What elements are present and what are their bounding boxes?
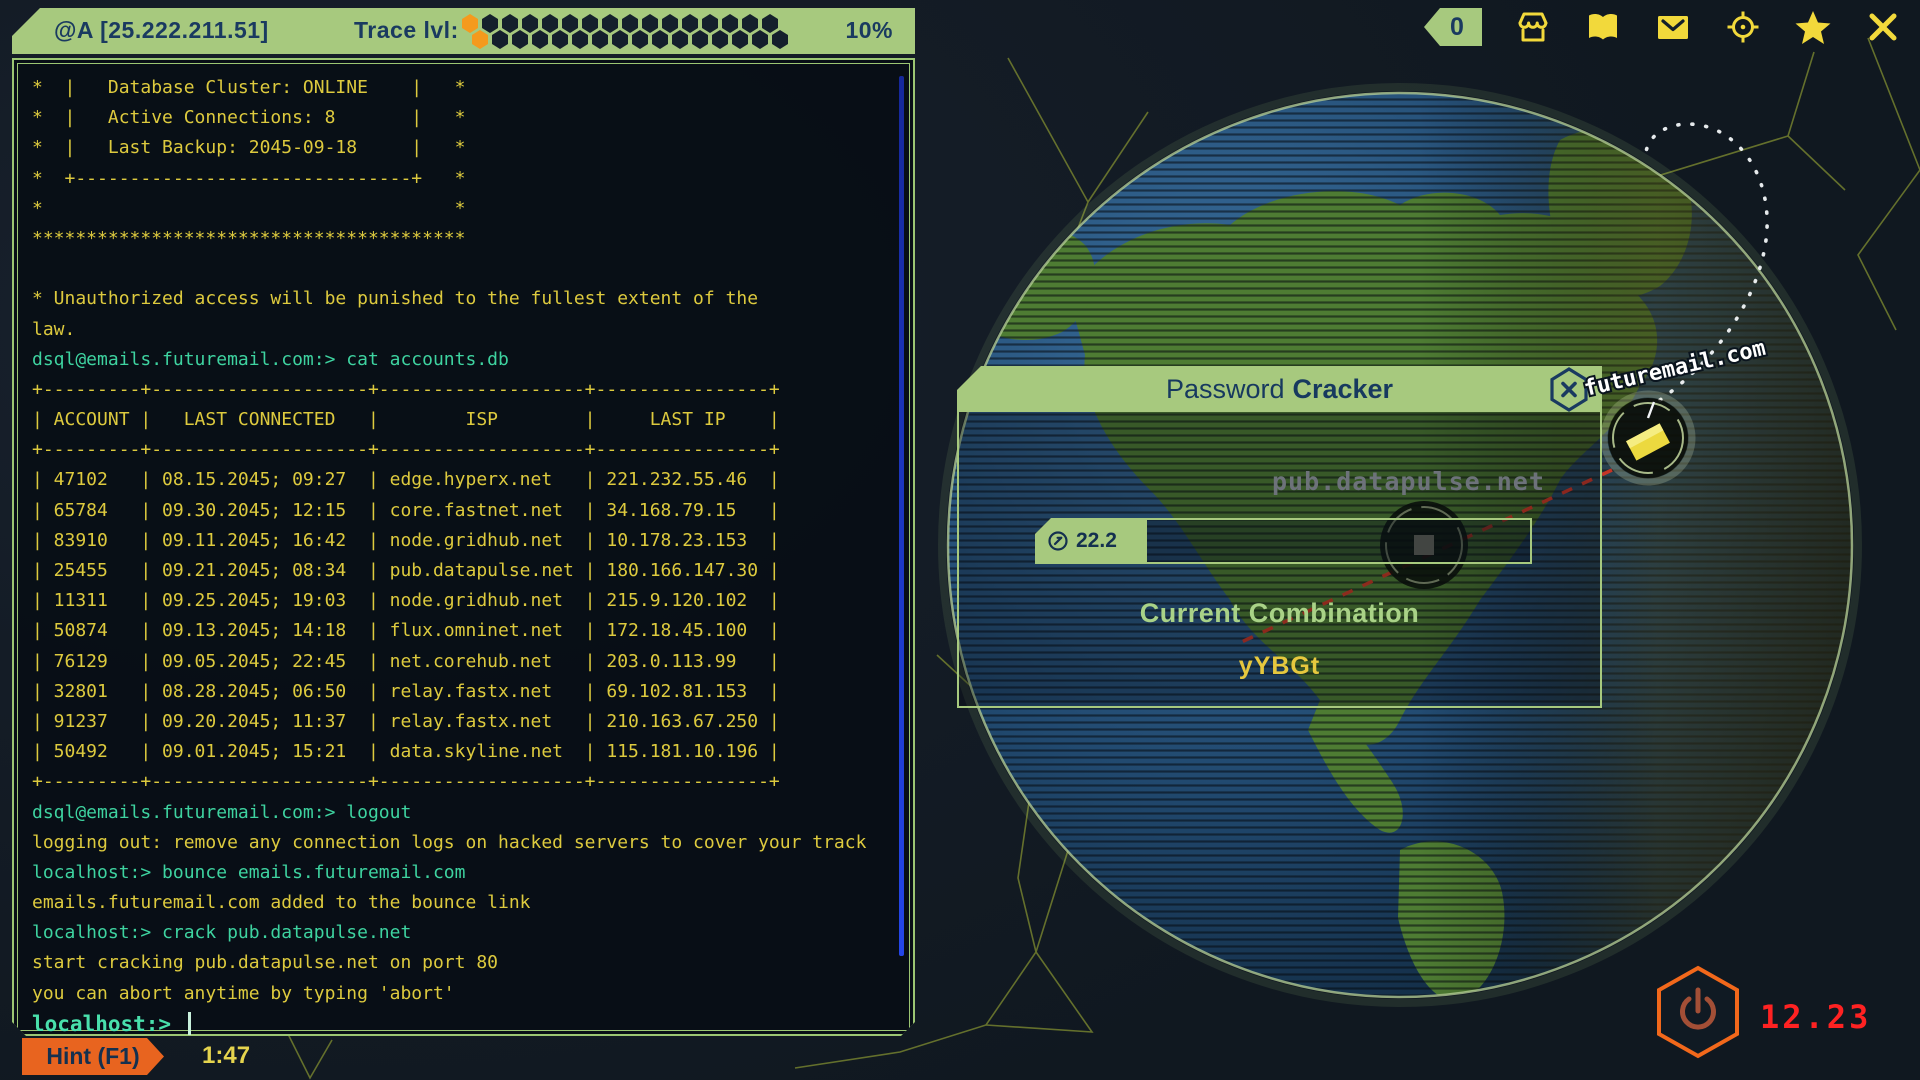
trace-hex-cell	[752, 30, 768, 49]
trace-hex-cell	[692, 30, 708, 49]
terminal-line: start cracking pub.datapulse.net on port…	[32, 948, 897, 978]
terminal-line: | 65784 | 09.30.2045; 12:15 | core.fastn…	[32, 496, 897, 526]
dialog-title-regular: Password	[1166, 374, 1285, 404]
credits-tag-badge[interactable]: 0	[1424, 8, 1482, 46]
star-icon[interactable]	[1794, 8, 1832, 46]
crack-progress-bar: 22.2	[1035, 518, 1532, 564]
game-screen: pub.datapulse.net @A [25.222.211.51] Tra…	[0, 0, 1920, 1080]
shop-icon[interactable]	[1514, 8, 1552, 46]
terminal-line	[32, 254, 897, 284]
trace-level-meter	[462, 12, 807, 52]
top-hud-bar: 0	[1424, 8, 1902, 46]
trace-hex-cell	[612, 30, 628, 49]
terminal-line: | 47102 | 08.15.2045; 09:27 | edge.hyper…	[32, 465, 897, 495]
progress-clock-icon	[1047, 530, 1069, 552]
terminal-scrollbar[interactable]	[899, 76, 904, 956]
crack-progress-value: 22.2	[1076, 529, 1117, 553]
terminal-line: +---------+--------------------+--------…	[32, 375, 897, 405]
close-icon[interactable]	[1864, 8, 1902, 46]
terminal-line: +---------+--------------------+--------…	[32, 767, 897, 797]
terminal-line: | 91237 | 09.20.2045; 11:37 | relay.fast…	[32, 707, 897, 737]
terminal-line: | 32801 | 08.28.2045; 06:50 | relay.fast…	[32, 677, 897, 707]
hint-button-label: Hint (F1)	[46, 1043, 139, 1070]
terminal-line: * | Last Backup: 2045-09-18 | *	[32, 133, 897, 163]
power-button[interactable]	[1654, 964, 1742, 1060]
trace-hex-cell	[552, 30, 568, 49]
terminal-line: | 83910 | 09.11.2045; 16:42 | node.gridh…	[32, 526, 897, 556]
dialog-header[interactable]: PasswordCracker	[957, 366, 1602, 412]
trace-hex-cell	[492, 30, 508, 49]
current-combination-label: Current Combination	[959, 598, 1600, 629]
terminal-line: localhost:> crack pub.datapulse.net	[32, 918, 897, 948]
terminal-line: localhost:>	[32, 1009, 897, 1039]
terminal-line: * | Database Cluster: ONLINE | *	[32, 73, 897, 103]
trace-hex-cell	[532, 30, 548, 49]
terminal-line: * +-------------------------------+ *	[32, 164, 897, 194]
trace-hex-cell	[472, 30, 488, 49]
terminal-cursor[interactable]	[188, 1012, 191, 1035]
trace-hex-cell	[512, 30, 528, 49]
terminal-header: @A [25.222.211.51] Trace lvl: 10%	[12, 8, 915, 54]
trace-hex-cell	[672, 30, 688, 49]
dialog-close-button[interactable]	[1548, 367, 1590, 412]
mail-icon[interactable]	[1654, 8, 1692, 46]
game-clock: 12.23	[1760, 998, 1871, 1036]
trace-hex-row-bottom	[472, 30, 792, 49]
terminal-line: emails.futuremail.com added to the bounc…	[32, 888, 897, 918]
terminal-line: | 76129 | 09.05.2045; 22:45 | net.corehu…	[32, 647, 897, 677]
terminal-line: | 11311 | 09.25.2045; 19:03 | node.gridh…	[32, 586, 897, 616]
trace-level-label: Trace lvl:	[354, 17, 459, 44]
terminal-line: +---------+--------------------+--------…	[32, 435, 897, 465]
trace-hex-cell	[632, 30, 648, 49]
terminal-line: dsql@emails.futuremail.com:> logout	[32, 798, 897, 828]
terminal-line: you can abort anytime by typing 'abort'	[32, 979, 897, 1009]
password-cracker-dialog: PasswordCracker 22.2 Current Combi	[957, 366, 1602, 710]
terminal-line: * *	[32, 194, 897, 224]
terminal-line: | 50492 | 09.01.2045; 15:21 | data.skyli…	[32, 737, 897, 767]
dialog-body: 22.2 Current Combination yYBGt	[957, 412, 1602, 708]
book-icon[interactable]	[1584, 8, 1622, 46]
dialog-title-bold: Cracker	[1292, 374, 1393, 404]
dialog-title: PasswordCracker	[957, 374, 1602, 405]
terminal-line: localhost:> bounce emails.futuremail.com	[32, 858, 897, 888]
terminal-host: @A [25.222.211.51]	[54, 17, 269, 44]
terminal-line: | ACCOUNT | LAST CONNECTED | ISP | LAST …	[32, 405, 897, 435]
credits-count: 0	[1450, 13, 1464, 42]
terminal-line: logging out: remove any connection logs …	[32, 828, 897, 858]
node-futuremail[interactable]	[1604, 394, 1692, 482]
countdown-timer: 1:47	[202, 1042, 250, 1070]
terminal-body[interactable]: * | Database Cluster: ONLINE | ** | Acti…	[12, 58, 915, 1036]
terminal-window: @A [25.222.211.51] Trace lvl: 10% * | Da…	[12, 8, 915, 1036]
terminal-line: dsql@emails.futuremail.com:> cat account…	[32, 345, 897, 375]
crosshair-icon[interactable]	[1724, 8, 1762, 46]
terminal-line: * | Active Connections: 8 | *	[32, 103, 897, 133]
current-combination-value: yYBGt	[959, 652, 1600, 681]
terminal-line: | 50874 | 09.13.2045; 14:18 | flux.omnin…	[32, 616, 897, 646]
terminal-line: * Unauthorized access will be punished t…	[32, 284, 897, 314]
trace-hex-cell	[732, 30, 748, 49]
hint-button[interactable]: Hint (F1)	[22, 1038, 164, 1075]
trace-hex-cell	[652, 30, 668, 49]
trace-percent: 10%	[845, 17, 893, 44]
terminal-line: law.	[32, 315, 897, 345]
trace-hex-cell	[592, 30, 608, 49]
trace-hex-cell	[712, 30, 728, 49]
trace-hex-cell	[772, 30, 788, 49]
terminal-line: | 25455 | 09.21.2045; 08:34 | pub.datapu…	[32, 556, 897, 586]
terminal-line: ****************************************	[32, 224, 897, 254]
close-x-icon	[1563, 384, 1575, 396]
terminal-output: * | Database Cluster: ONLINE | ** | Acti…	[14, 60, 913, 1039]
crack-progress-fill: 22.2	[1037, 520, 1147, 562]
trace-hex-cell	[572, 30, 588, 49]
